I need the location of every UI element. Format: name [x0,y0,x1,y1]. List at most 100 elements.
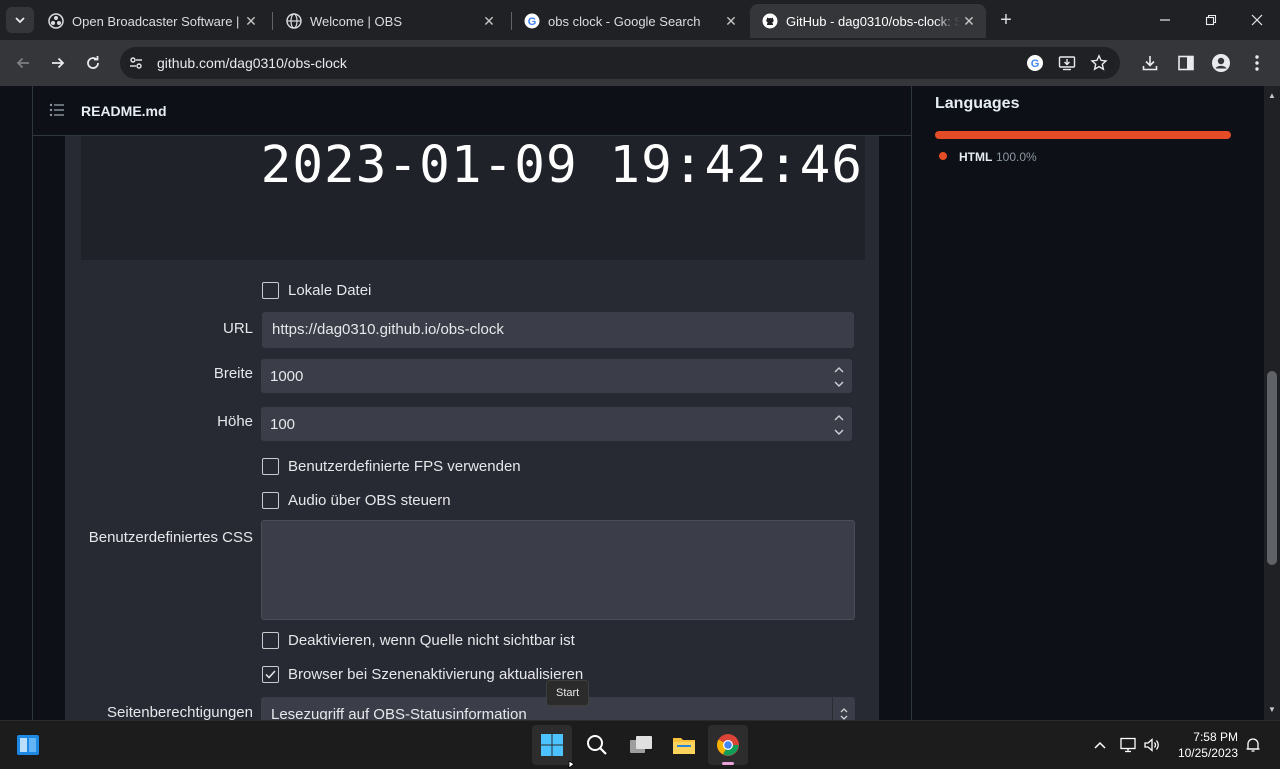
task-view-icon [630,736,652,753]
site-info-icon[interactable] [126,53,146,73]
language-bar [935,131,1231,139]
url-value: https://dag0310.github.io/obs-clock [272,321,504,338]
restore-button[interactable] [1188,0,1234,40]
refresh-checkbox[interactable] [262,666,279,683]
reload-button[interactable] [80,50,106,76]
audio-label: Audio über OBS steuern [288,492,451,509]
address-bar[interactable]: github.com/dag0310/obs-clock G [120,47,1120,79]
url-field[interactable]: https://dag0310.github.io/obs-clock [262,312,854,348]
bookmark-star-icon[interactable] [1089,53,1109,73]
arrow-left-icon [16,57,29,69]
windows-taskbar: 7:58 PM 10/25/2023 [0,720,1280,769]
notification-icon[interactable] [1243,735,1263,755]
volume-icon[interactable] [1142,735,1162,755]
updown-arrow-icon [832,697,855,720]
local-file-label: Lokale Datei [288,282,372,299]
start-button[interactable] [532,725,572,765]
spin-arrows-icon [834,367,844,387]
network-icon[interactable] [1118,735,1138,755]
tab-separator [272,12,273,30]
tab-title: obs clock - Google Search [548,13,701,29]
custom-fps-label: Benutzerdefinierte FPS verwenden [288,458,521,475]
active-app-indicator [722,762,734,765]
web-page: README.md 2023-01-09 19:42:46 Lokale Dat… [0,86,1264,720]
back-button[interactable] [10,50,36,76]
system-date: 10/25/2023 [1177,746,1238,760]
file-explorer-button[interactable] [664,725,704,765]
scroll-down-icon[interactable]: ▼ [1264,702,1280,718]
permissions-label: Seitenberechtigungen [107,704,253,720]
close-window-button[interactable] [1234,0,1280,40]
tab-welcome-obs[interactable]: Welcome | OBS ✕ [274,4,506,38]
close-icon[interactable]: ✕ [722,12,740,30]
obs-icon [48,13,64,29]
globe-icon [286,13,302,29]
minimize-button[interactable] [1142,0,1188,40]
mouse-cursor-icon [568,761,575,768]
profile-avatar-icon[interactable] [1210,52,1232,74]
tab-bar: Open Broadcaster Software | O ✕ Welcome … [0,0,1280,40]
chevron-up-icon[interactable] [1090,735,1110,755]
audio-checkbox[interactable] [262,492,279,509]
system-time: 7:58 PM [1193,730,1238,744]
close-icon[interactable]: ✕ [242,12,260,30]
tab-obs[interactable]: Open Broadcaster Software | O ✕ [36,4,268,38]
scroll-thumb[interactable] [1267,371,1277,565]
svg-text:G: G [528,16,537,28]
search-icon [587,735,607,755]
clock-display: 2023-01-09 19:42:46 [260,136,863,195]
readme-box: README.md 2023-01-09 19:42:46 Lokale Dat… [32,86,912,720]
deactivate-label: Deaktivieren, wenn Quelle nicht sichtbar… [288,632,575,649]
scroll-up-icon[interactable]: ▲ [1264,88,1280,104]
close-icon[interactable]: ✕ [480,12,498,30]
tab-google-search[interactable]: G obs clock - Google Search ✕ [512,4,748,38]
readme-title: README.md [81,103,167,119]
windows-logo-icon [541,734,563,756]
side-panel-icon[interactable] [1175,52,1197,74]
custom-fps-checkbox[interactable] [262,458,279,475]
tab-github[interactable]: GitHub - dag0310/obs-clock: S ✕ [750,4,986,38]
clock-preview: 2023-01-09 19:42:46 [81,136,865,260]
width-label: Breite [213,365,253,382]
repo-sidebar: Languages HTML 100.0% [911,86,1264,720]
close-icon [1251,14,1263,26]
custom-css-textarea[interactable] [261,520,855,620]
local-file-checkbox[interactable] [262,282,279,299]
obs-properties-screenshot: 2023-01-09 19:42:46 Lokale Datei URL htt… [65,136,879,720]
height-value: 100 [270,416,296,433]
install-app-icon[interactable] [1057,53,1077,73]
google-lens-icon[interactable]: G [1025,53,1045,73]
widgets-button[interactable] [8,725,48,765]
chevron-down-icon [15,17,25,24]
task-view-button[interactable] [621,725,661,765]
spin-arrows-icon [834,415,844,435]
permissions-value: Lesezugriff auf OBS-Statusinformation [271,706,527,720]
svg-text:G: G [1031,58,1040,70]
language-name[interactable]: HTML [959,150,992,164]
chrome-taskbar-button[interactable] [708,725,748,765]
page-scrollbar[interactable]: ▲ ▼ [1264,86,1280,720]
more-menu-icon[interactable] [1246,52,1268,74]
forward-button[interactable] [45,50,71,76]
languages-heading: Languages [935,95,1020,112]
restore-icon [1205,14,1217,26]
tab-title: GitHub - dag0310/obs-clock: S [786,13,960,29]
height-label: Höhe [217,413,253,430]
download-icon[interactable] [1139,52,1161,74]
deactivate-checkbox[interactable] [262,632,279,649]
google-icon: G [524,13,540,29]
outline-list-icon[interactable] [49,103,65,122]
tab-search-button[interactable] [6,7,34,33]
system-clock[interactable]: 7:58 PM 10/25/2023 [1172,729,1238,761]
new-tab-button[interactable]: + [993,8,1019,32]
language-color-dot [939,152,947,160]
minimize-icon [1160,19,1170,21]
close-icon[interactable]: ✕ [960,12,978,30]
width-value: 1000 [270,368,304,385]
height-stepper[interactable]: 100 [261,407,852,441]
search-button[interactable] [577,725,617,765]
width-stepper[interactable]: 1000 [261,359,852,393]
reload-icon [87,56,99,69]
url-text: github.com/dag0310/obs-clock [157,55,347,71]
checkmark-icon [265,670,276,679]
